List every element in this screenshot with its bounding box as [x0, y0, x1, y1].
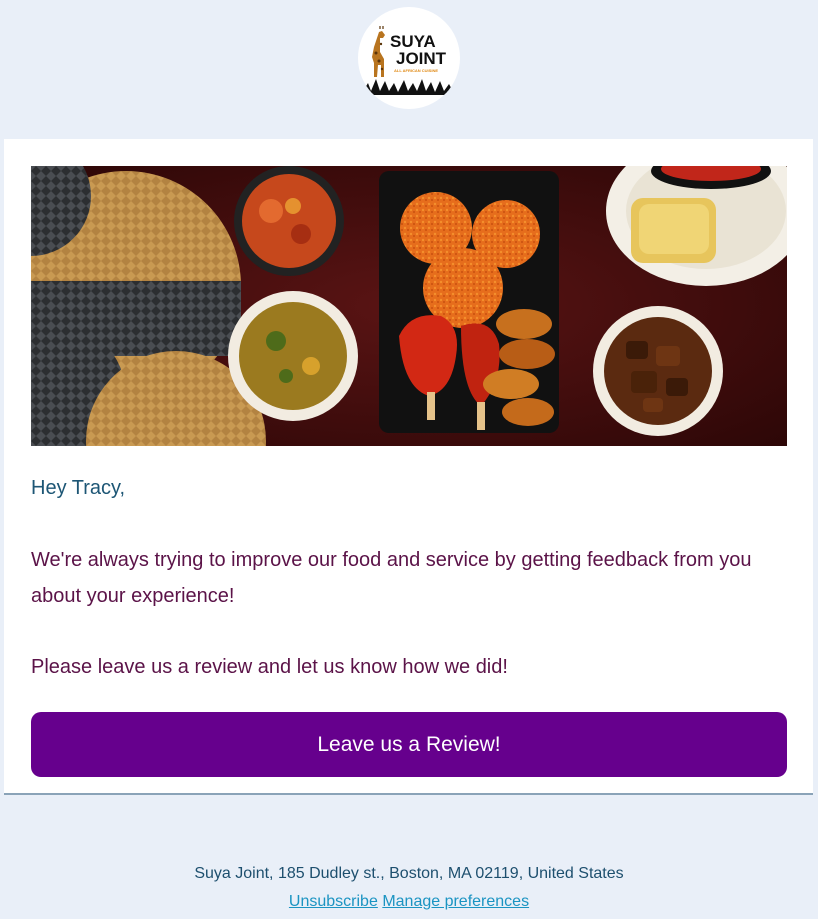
unsubscribe-link[interactable]: Unsubscribe — [289, 893, 378, 910]
review-request-paragraph: Please leave us a review and let us know… — [31, 656, 508, 678]
manage-preferences-link[interactable]: Manage preferences — [382, 893, 529, 910]
brand-logo: SUYA JOINT ALL AFRICAN CUISINE — [358, 7, 460, 109]
logo-brand-line2: JOINT — [396, 49, 447, 68]
logo-tagline: ALL AFRICAN CUISINE — [394, 68, 438, 73]
email-card: Hey Tracy, We're always trying to improv… — [4, 139, 813, 795]
greeting-text: Hey Tracy, — [31, 477, 126, 499]
hero-food-image — [31, 166, 787, 446]
giraffe-icon — [372, 26, 385, 77]
feedback-paragraph: We're always trying to improve our food … — [31, 549, 752, 607]
footer-address: Suya Joint, 185 Dudley st., Boston, MA 0… — [194, 865, 624, 882]
footer-links: Unsubscribe Manage preferences — [0, 893, 818, 911]
leave-review-button[interactable]: Leave us a Review! — [31, 712, 787, 777]
grass-icon — [362, 79, 454, 95]
